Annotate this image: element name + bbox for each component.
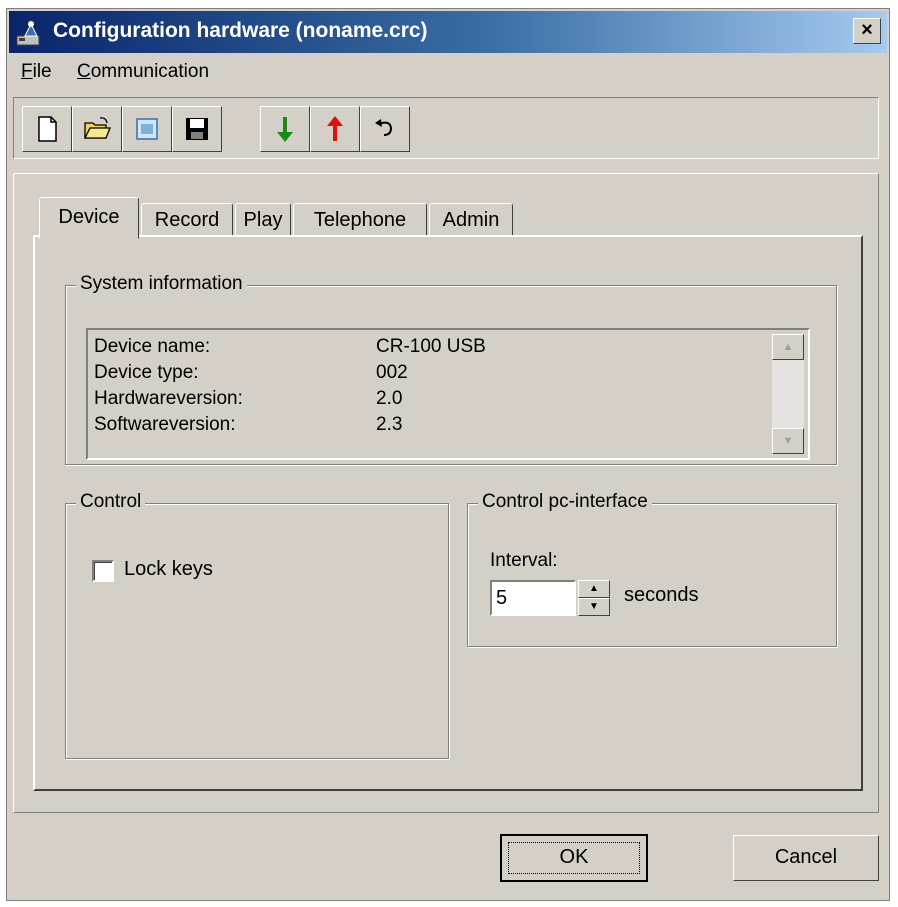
save-icon: [186, 118, 208, 140]
cancel-button[interactable]: Cancel: [733, 835, 879, 881]
info-label: Hardwareversion:: [94, 388, 243, 409]
menu-file[interactable]: File: [21, 61, 52, 83]
info-value: 2.3: [376, 414, 403, 435]
control-group: Control Lock keys: [65, 491, 449, 759]
tab-device[interactable]: Device: [39, 197, 139, 239]
info-row: Device type: 002: [94, 362, 408, 384]
lock-keys-label[interactable]: Lock keys: [124, 558, 213, 581]
download-arrow-icon: [277, 117, 293, 142]
control-pc-interface-label: Control pc-interface: [478, 491, 652, 513]
scroll-down-button[interactable]: ▼: [772, 428, 804, 454]
title-bar[interactable]: Configuration hardware (noname.crc) ×: [9, 11, 887, 53]
new-button[interactable]: [22, 106, 72, 152]
device-tab-panel: System information Device name: CR-100 US…: [33, 235, 863, 791]
undo-button[interactable]: [360, 106, 410, 152]
cancel-label: Cancel: [774, 846, 838, 868]
interval-spin-up-button[interactable]: ▲: [578, 580, 610, 598]
info-value: 2.0: [376, 388, 403, 409]
save-button[interactable]: [172, 106, 222, 152]
tab-record[interactable]: Record: [141, 203, 233, 237]
upload-button[interactable]: [310, 106, 360, 152]
info-label: Device type:: [94, 362, 199, 383]
interval-label: Interval:: [490, 550, 558, 571]
info-value: CR-100 USB: [376, 336, 486, 357]
system-info-listbox[interactable]: Device name: CR-100 USB Device type: 002 H…: [86, 328, 810, 460]
properties-icon: [136, 118, 158, 140]
focus-rectangle: [508, 842, 640, 874]
tab-admin[interactable]: Admin: [429, 203, 513, 237]
ok-button[interactable]: OK: [500, 834, 648, 882]
system-information-label: System information: [76, 273, 247, 295]
scroll-up-button[interactable]: ▲: [772, 334, 804, 360]
info-row: Device name: CR-100 USB: [94, 336, 486, 358]
menu-bar: File Communication: [9, 57, 887, 87]
new-file-icon: [38, 116, 57, 142]
open-folder-icon: [83, 117, 111, 139]
menu-communication[interactable]: Communication: [77, 61, 209, 83]
download-button[interactable]: [260, 106, 310, 152]
open-button[interactable]: [72, 106, 122, 152]
toolbar: [13, 97, 879, 159]
control-pc-interface-group: Control pc-interface Interval: ▲ ▼ secon…: [467, 491, 837, 647]
info-row: Softwareversion: 2.3: [94, 414, 402, 436]
configuration-window: Configuration hardware (noname.crc) × Fi…: [6, 8, 890, 901]
interval-spin-down-button[interactable]: ▼: [578, 598, 610, 616]
tab-telephone[interactable]: Telephone: [293, 203, 427, 237]
properties-button[interactable]: [122, 106, 172, 152]
tab-play[interactable]: Play: [235, 203, 291, 237]
info-label: Device name:: [94, 336, 211, 357]
upload-arrow-icon: [327, 116, 343, 141]
vertical-scrollbar[interactable]: ▲ ▼: [772, 334, 804, 454]
hardware-icon: [16, 21, 40, 46]
seconds-label: seconds: [624, 584, 699, 606]
info-value: 002: [376, 362, 408, 383]
interval-input[interactable]: [490, 580, 576, 616]
info-label: Softwareversion:: [94, 414, 236, 435]
system-information-group: System information Device name: CR-100 US…: [65, 273, 837, 465]
lock-keys-checkbox[interactable]: [92, 560, 114, 582]
close-button[interactable]: ×: [853, 18, 881, 44]
control-label: Control: [76, 491, 146, 513]
window-title: Configuration hardware (noname.crc): [53, 19, 428, 42]
undo-icon: [375, 119, 393, 136]
info-row: Hardwareversion: 2.0: [94, 388, 402, 410]
